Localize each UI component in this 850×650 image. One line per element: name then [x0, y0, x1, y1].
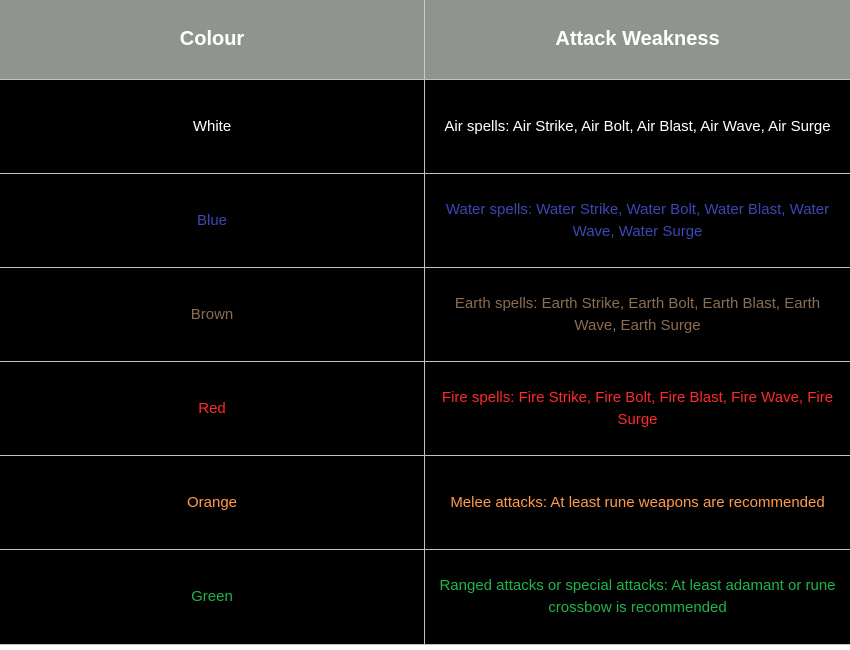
- table-row: White Air spells: Air Strike, Air Bolt, …: [0, 79, 850, 173]
- table-header-row: Colour Attack Weakness: [0, 0, 850, 79]
- colour-cell: White: [0, 80, 425, 173]
- colour-cell: Red: [0, 362, 425, 455]
- table-row: Brown Earth spells: Earth Strike, Earth …: [0, 267, 850, 361]
- colour-cell: Blue: [0, 174, 425, 267]
- weakness-cell: Air spells: Air Strike, Air Bolt, Air Bl…: [425, 80, 850, 173]
- weakness-cell: Melee attacks: At least rune weapons are…: [425, 456, 850, 549]
- table-row: Green Ranged attacks or special attacks:…: [0, 549, 850, 645]
- table-body: White Air spells: Air Strike, Air Bolt, …: [0, 79, 850, 645]
- weakness-cell: Ranged attacks or special attacks: At le…: [425, 550, 850, 644]
- colour-cell: Orange: [0, 456, 425, 549]
- colour-cell: Green: [0, 550, 425, 644]
- table-row: Orange Melee attacks: At least rune weap…: [0, 455, 850, 549]
- column-header-attack-weakness: Attack Weakness: [425, 0, 850, 79]
- table-row: Red Fire spells: Fire Strike, Fire Bolt,…: [0, 361, 850, 455]
- column-header-colour: Colour: [0, 0, 425, 79]
- attack-weakness-table: Colour Attack Weakness White Air spells:…: [0, 0, 850, 650]
- table-row: Blue Water spells: Water Strike, Water B…: [0, 173, 850, 267]
- weakness-cell: Earth spells: Earth Strike, Earth Bolt, …: [425, 268, 850, 361]
- weakness-cell: Fire spells: Fire Strike, Fire Bolt, Fir…: [425, 362, 850, 455]
- colour-cell: Brown: [0, 268, 425, 361]
- weakness-cell: Water spells: Water Strike, Water Bolt, …: [425, 174, 850, 267]
